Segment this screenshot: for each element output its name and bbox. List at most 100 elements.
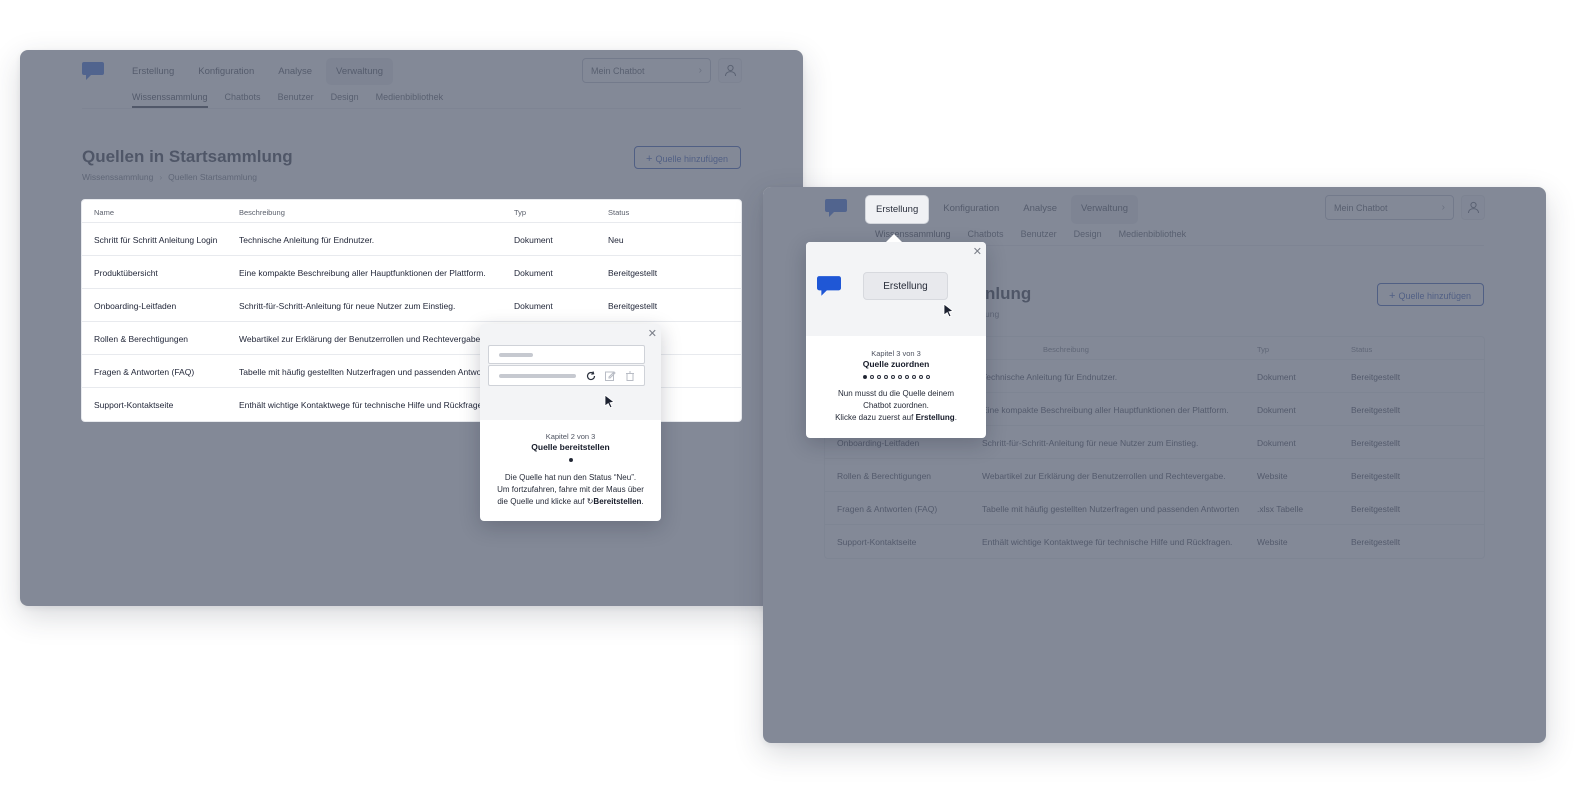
row-status: Bereitgestellt — [1351, 504, 1401, 514]
step-dot[interactable] — [925, 375, 930, 379]
step-dot[interactable] — [862, 375, 867, 379]
add-source-label: Quelle hinzufügen — [655, 154, 728, 164]
col-type[interactable]: Typ — [514, 208, 594, 217]
step-dot[interactable] — [890, 375, 895, 379]
row-type: .xlsx Tabelle — [1257, 504, 1304, 514]
row-type: Dokument — [1257, 405, 1296, 415]
subnav-benutzer[interactable]: Benutzer — [278, 92, 314, 108]
chat-logo-icon — [817, 276, 841, 296]
chat-logo-icon[interactable] — [82, 62, 104, 80]
nav-konfiguration[interactable]: Konfiguration — [933, 195, 1009, 224]
popover-text: Nun musst du die Quelle deinem Chatbot z… — [814, 388, 978, 424]
subnav-design[interactable]: Design — [331, 92, 359, 108]
plus-icon: + — [1389, 290, 1396, 302]
subnav-chatbots[interactable]: Chatbots — [225, 92, 261, 108]
col-description[interactable]: Beschreibung — [239, 208, 507, 217]
table-row[interactable]: Support-Kontaktseite Enthält wichtige Ko… — [825, 525, 1484, 558]
step-dot[interactable] — [568, 458, 573, 462]
divider — [82, 108, 741, 109]
col-status[interactable]: Status — [1351, 345, 1451, 354]
row-status: Bereitgestellt — [1351, 471, 1401, 481]
table-row[interactable]: Onboarding-Leitfaden Schritt-für-Schritt… — [82, 289, 741, 322]
chevron-right-icon: › — [159, 172, 163, 182]
chatbot-select[interactable]: Mein Chatbot › — [1325, 195, 1454, 220]
row-type: Website — [1257, 537, 1288, 547]
row-status: Neu — [608, 235, 624, 245]
col-description[interactable]: Beschreibung — [1043, 345, 1089, 354]
popover-chapter: Kapitel 3 von 3 — [871, 349, 921, 358]
popover-line: Nun musst du die Quelle deinem — [837, 389, 955, 398]
row-name: Fragen & Antworten (FAQ) — [837, 504, 938, 514]
step-dot[interactable] — [918, 375, 923, 379]
table-row[interactable]: Produktübersicht Eine kompakte Beschreib… — [82, 256, 741, 289]
subnav-design[interactable]: Design — [1074, 229, 1102, 245]
step-dot[interactable] — [897, 375, 902, 379]
nav-erstellung[interactable]: Erstellung — [122, 58, 184, 85]
row-description: Schritt-für-Schritt-Anleitung für neue N… — [982, 438, 1199, 448]
row-status: Bereitgestellt — [608, 268, 658, 278]
row-type: Dokument — [514, 235, 553, 245]
step-dots — [480, 458, 661, 462]
popover-line-text: Klicke dazu zuerst auf — [835, 413, 914, 422]
add-source-button[interactable]: + Quelle hinzufügen — [634, 146, 741, 169]
row-type: Dokument — [1257, 438, 1296, 448]
row-description: Schritt-für-Schritt-Anleitung für neue N… — [239, 301, 456, 311]
mock-bar — [499, 374, 576, 378]
breadcrumb-root[interactable]: Wissenssammlung — [82, 172, 153, 182]
subnav-medienbibliothek[interactable]: Medienbibliothek — [376, 92, 444, 108]
action-erstellung: Erstellung — [915, 413, 955, 422]
nav-verwaltung[interactable]: Verwaltung — [1071, 195, 1139, 224]
step-dot[interactable] — [876, 375, 881, 379]
mock-erstellung-button: Erstellung — [863, 272, 948, 300]
popover-line: Um fortzufahren, fahre mit der Maus über — [497, 485, 644, 494]
user-button[interactable] — [1461, 195, 1485, 220]
period: . — [641, 497, 644, 506]
user-button[interactable] — [718, 58, 742, 83]
step-dot[interactable] — [869, 375, 874, 379]
nav-analyse[interactable]: Analyse — [268, 58, 322, 85]
tutorial-popover-step3: Erstellung ✕ Kapitel 3 von 3 Quelle zuor… — [806, 234, 986, 438]
table-row[interactable]: Rollen & Berechtigungen Webartikel zur E… — [825, 459, 1484, 492]
nav-verwaltung[interactable]: Verwaltung — [326, 58, 394, 85]
nav-erstellung[interactable]: Erstellung — [865, 195, 930, 224]
chat-logo-icon[interactable] — [825, 199, 847, 217]
close-icon[interactable]: ✕ — [648, 327, 657, 340]
table-row[interactable]: Schritt für Schritt Anleitung Login Tech… — [82, 223, 741, 256]
row-status: Bereitgestellt — [1351, 372, 1401, 382]
plus-icon: + — [646, 153, 653, 165]
popover-chapter: Kapitel 2 von 3 — [545, 432, 596, 441]
row-description: Tabelle mit häufig gestellten Nutzerfrag… — [239, 367, 482, 377]
row-name: Schritt für Schritt Anleitung Login — [94, 235, 218, 245]
breadcrumb: Wissenssammlung › Quellen Startsammlung — [82, 172, 257, 182]
subnav-medienbibliothek[interactable]: Medienbibliothek — [1119, 229, 1187, 245]
subnav-benutzer[interactable]: Benutzer — [1021, 229, 1057, 245]
chatbot-select-value: Mein Chatbot — [1334, 203, 1388, 213]
col-type[interactable]: Typ — [1257, 345, 1337, 354]
row-name: Produktübersicht — [94, 268, 158, 278]
chatbot-select[interactable]: Mein Chatbot › — [582, 58, 711, 83]
row-name: Onboarding-Leitfaden — [837, 438, 920, 448]
col-name[interactable]: Name — [94, 208, 234, 217]
nav-konfiguration[interactable]: Konfiguration — [188, 58, 264, 85]
close-icon[interactable]: ✕ — [973, 245, 982, 258]
row-status: Bereitgestellt — [608, 301, 658, 311]
row-description: Technische Anleitung für Endnutzer. — [982, 372, 1118, 382]
step-dot[interactable] — [904, 375, 909, 379]
mock-input — [488, 345, 645, 364]
subnav-wissenssammlung[interactable]: Wissenssammlung — [132, 92, 208, 108]
chevron-right-icon: › — [1441, 202, 1445, 213]
step-dot[interactable] — [911, 375, 916, 379]
user-icon — [725, 64, 736, 77]
popover-title: Quelle bereitstellen — [531, 442, 610, 452]
nav-analyse[interactable]: Analyse — [1013, 195, 1067, 224]
col-status[interactable]: Status — [608, 208, 708, 217]
row-description: Tabelle mit häufig gestellten Nutzerfrag… — [982, 504, 1240, 514]
step-dot[interactable] — [883, 375, 888, 379]
table-row[interactable]: Fragen & Antworten (FAQ) Tabelle mit häu… — [825, 492, 1484, 525]
row-name: Onboarding-Leitfaden — [94, 301, 177, 311]
page-title: nlung — [985, 284, 1032, 303]
row-description: Enthält wichtige Kontaktwege für technis… — [982, 537, 1233, 547]
add-source-button[interactable]: + Quelle hinzufügen — [1377, 283, 1484, 306]
app-window-right: Erstellung Konfiguration Analyse Verwalt… — [763, 187, 1546, 743]
row-name: Support-Kontaktseite — [837, 537, 917, 547]
